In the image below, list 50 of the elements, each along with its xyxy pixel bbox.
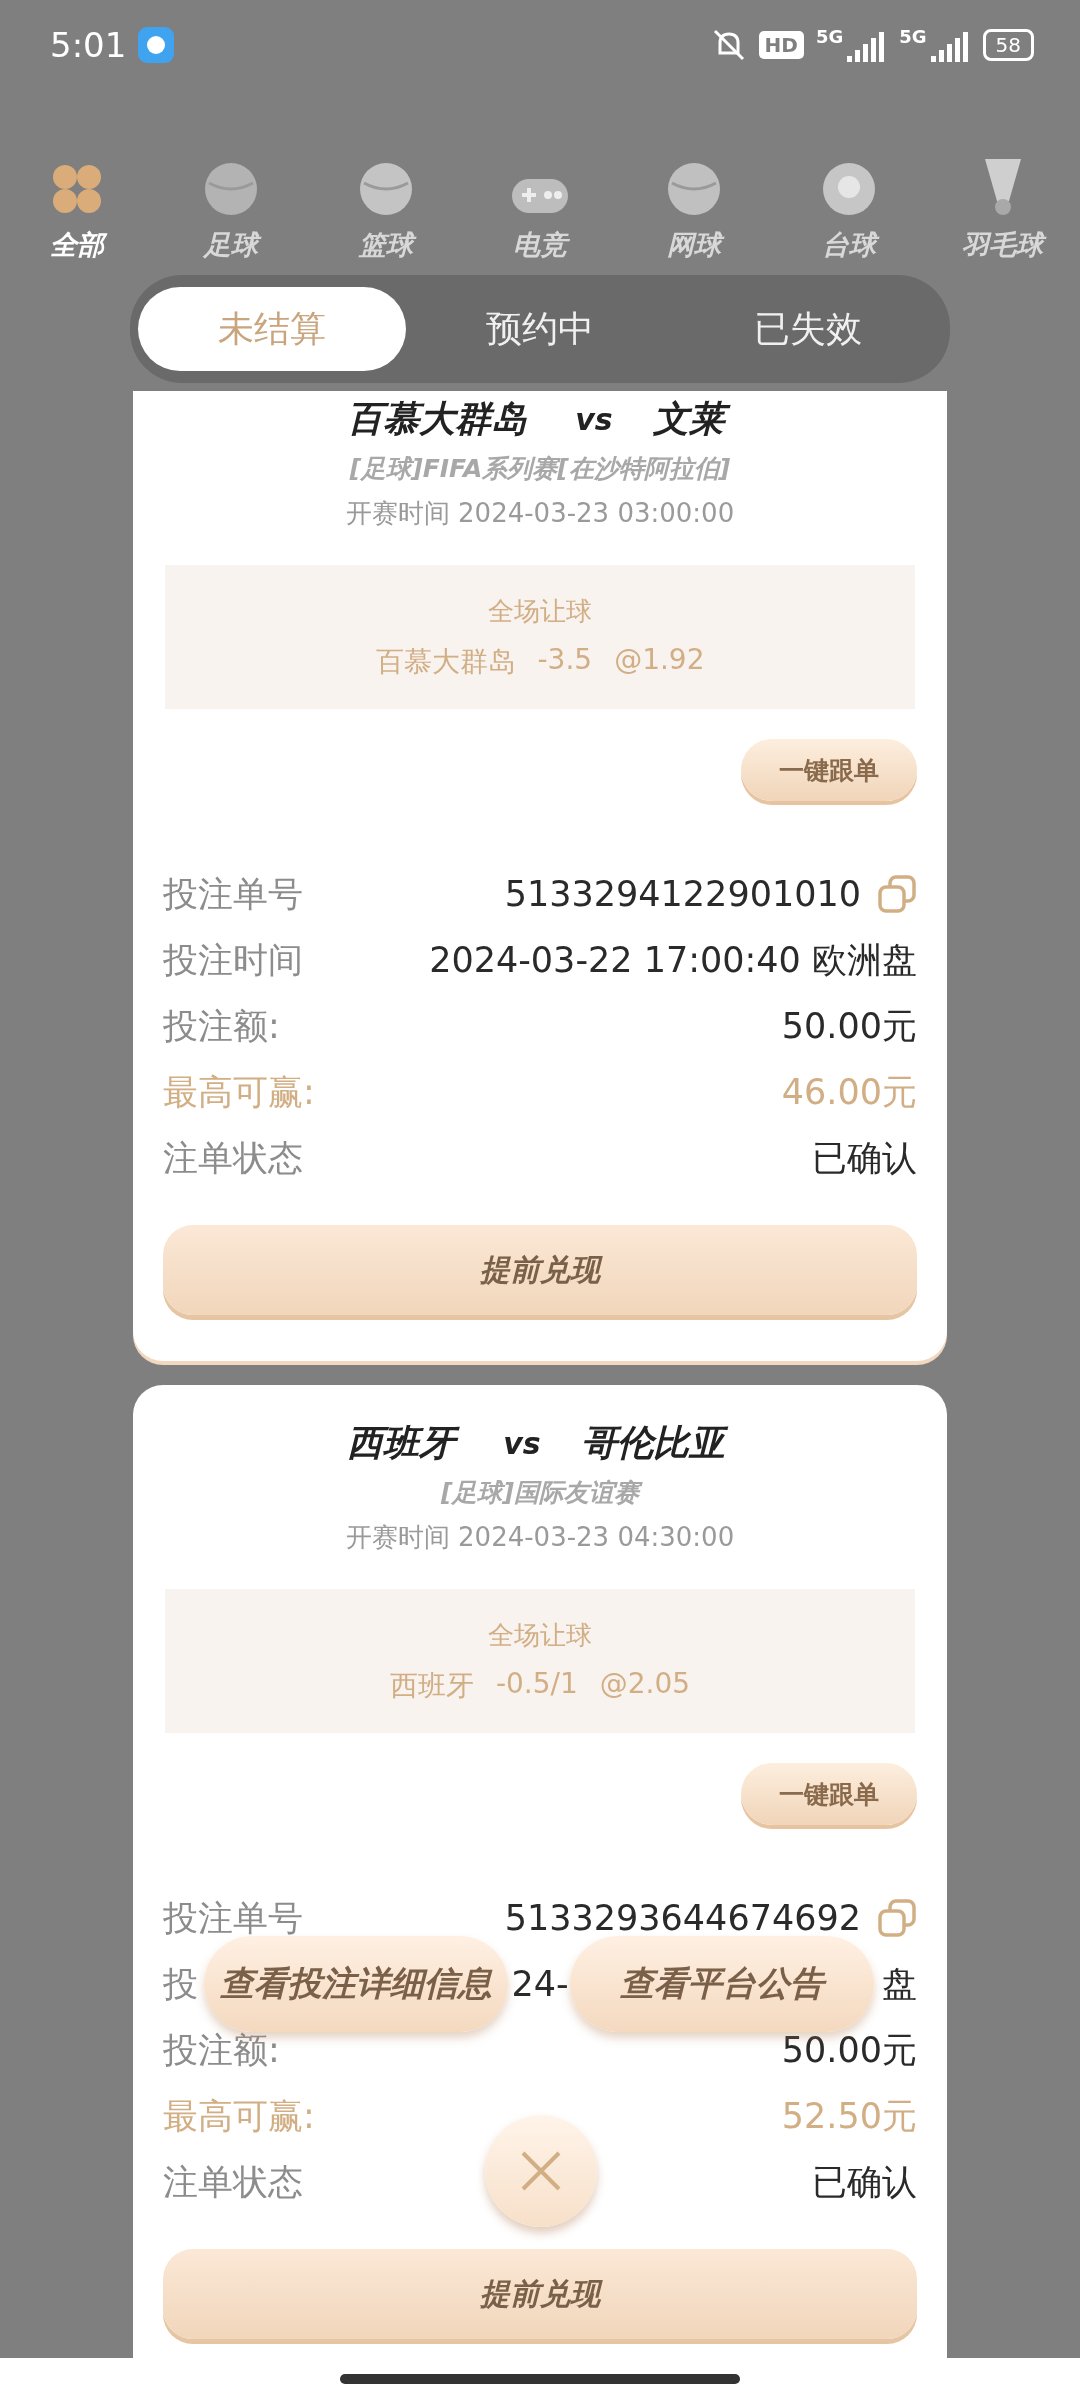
close-icon <box>519 2149 563 2193</box>
row-value: 52.50元 <box>781 2094 917 2138</box>
row-label: 投 <box>163 1962 198 2006</box>
selection-odds: @1.92 <box>614 642 705 678</box>
row-label: 注单状态 <box>163 2160 303 2204</box>
bet-details-button[interactable]: 查看投注详细信息 <box>204 1936 508 2032</box>
row-value: 已确认 <box>812 1136 917 1180</box>
selection-odds: @2.05 <box>599 1666 691 1702</box>
away-team: 文莱 <box>652 394 733 444</box>
row-value: 5133293644674692 <box>504 1898 861 1938</box>
copy-icon[interactable] <box>877 874 917 914</box>
row-label: 最高可赢: <box>163 1070 315 1114</box>
start-time: 开赛时间 2024-03-23 04:30:00 <box>345 1521 735 1554</box>
row-value: 已确认 <box>812 2160 917 2204</box>
row-label: 注单状态 <box>163 1136 303 1180</box>
copy-icon[interactable] <box>877 1898 917 1938</box>
row-label: 最高可赢: <box>163 2094 315 2138</box>
market-name: 全场让球 <box>488 594 592 628</box>
status-tab[interactable]: 预约中 <box>406 287 674 371</box>
versus-label: vs <box>503 1425 541 1461</box>
row-value: 24- <box>511 1964 569 2004</box>
hd-badge: HD <box>758 31 804 59</box>
row-label: 投注单号 <box>163 872 303 916</box>
away-team: 哥伦比亚 <box>580 1418 733 1468</box>
market-name: 全场让球 <box>488 1618 592 1652</box>
selection-team: 西班牙 <box>389 1667 474 1704</box>
row-value: 2024-03-22 17:00:40 欧洲盘 <box>429 938 917 982</box>
selection-team: 百慕大群岛 <box>375 643 516 680</box>
app-icon <box>138 27 175 63</box>
row-label: 投注时间 <box>163 938 303 982</box>
row-value: 5133294122901010 <box>504 874 861 914</box>
home-team: 百慕大群岛 <box>347 396 529 441</box>
versus-label: vs <box>575 401 613 437</box>
row-label: 投注额: <box>163 1004 280 1048</box>
status-tab[interactable]: 未结算 <box>138 287 406 371</box>
billiard-ball-icon <box>820 161 877 217</box>
announcement-button[interactable]: 查看平台公告 <box>570 1936 874 2032</box>
league-name: [足球]FIFA系列赛[在沙特阿拉伯] <box>349 453 731 485</box>
battery-indicator: 58 <box>982 29 1034 61</box>
row-value: 50.00元 <box>781 1004 917 1048</box>
status-time: 5:01 <box>50 25 127 65</box>
network-label: 5G <box>899 26 927 47</box>
status-tab[interactable]: 已失效 <box>674 287 942 371</box>
selection-line: -0.5/1 <box>495 1666 578 1702</box>
start-time: 开赛时间 2024-03-23 03:00:00 <box>345 497 735 530</box>
selection-line: -3.5 <box>537 642 593 678</box>
network-label: 5G <box>815 26 844 47</box>
home-team: 西班牙 <box>347 1418 464 1468</box>
row-value: 盘 <box>882 1962 917 2006</box>
row-value: 46.00元 <box>781 1070 917 1114</box>
